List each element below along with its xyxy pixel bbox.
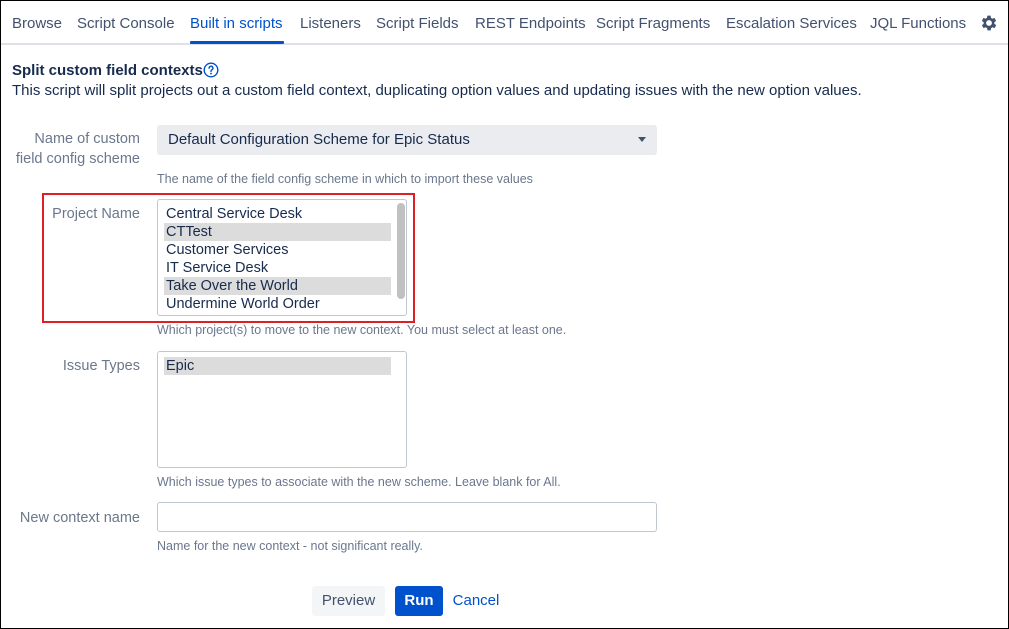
project-hint: Which project(s) to move to the new cont… [157, 323, 567, 337]
chevron-down-icon [638, 137, 646, 142]
help-icon[interactable] [203, 62, 219, 78]
tab-escalation-services[interactable]: Escalation Services [726, 15, 857, 33]
tab-listeners[interactable]: Listeners [300, 15, 361, 33]
list-item[interactable]: Central Service Desk [164, 205, 391, 223]
issue-types-listbox[interactable]: Epic [157, 351, 407, 468]
tab-browse[interactable]: Browse [12, 15, 62, 33]
run-button[interactable]: Run [395, 586, 443, 616]
tab-rest-endpoints[interactable]: REST Endpoints [475, 15, 586, 33]
active-tab-indicator [190, 41, 284, 44]
project-listbox-scrollbar[interactable] [397, 203, 405, 299]
preview-button[interactable]: Preview [312, 586, 385, 616]
page-description: This script will split projects out a cu… [12, 82, 862, 99]
issue-types-label: Issue Types [62, 358, 140, 374]
app-frame: Browse Script Console Built in scripts L… [0, 0, 1009, 629]
tab-script-console[interactable]: Script Console [77, 15, 175, 33]
scheme-label: Name of custom field config scheme [16, 129, 140, 169]
context-name-hint: Name for the new context - not significa… [157, 539, 423, 553]
tab-jql-functions[interactable]: JQL Functions [870, 15, 966, 33]
project-label: Project Name [52, 206, 140, 222]
gear-icon[interactable] [979, 13, 999, 33]
tab-script-fragments[interactable]: Script Fragments [596, 15, 710, 33]
list-item[interactable]: Customer Services [164, 241, 391, 259]
scheme-select-value: Default Configuration Scheme for Epic St… [168, 131, 470, 148]
cancel-button[interactable]: Cancel [452, 586, 500, 616]
context-name-label: New context name [19, 510, 140, 526]
issue-types-hint: Which issue types to associate with the … [157, 475, 561, 489]
list-item[interactable]: Epic [164, 357, 391, 375]
context-name-input[interactable] [157, 502, 657, 532]
project-listbox[interactable]: Central Service Desk CTTest Customer Ser… [157, 199, 407, 316]
tab-script-fields[interactable]: Script Fields [376, 15, 459, 33]
tab-built-in-scripts[interactable]: Built in scripts [190, 15, 283, 33]
page-title: Split custom field contexts [12, 62, 203, 79]
list-item[interactable]: CTTest [164, 223, 391, 241]
list-item[interactable]: IT Service Desk [164, 259, 391, 277]
tab-bar: Browse Script Console Built in scripts L… [1, 1, 1008, 45]
scheme-label-line2: field config scheme [15, 151, 140, 167]
list-item[interactable]: Take Over the World [164, 277, 391, 295]
scheme-label-line1: Name of custom [34, 131, 140, 147]
list-item[interactable]: Undermine World Order [164, 295, 391, 313]
scheme-hint: The name of the field config scheme in w… [157, 172, 533, 186]
scheme-select[interactable]: Default Configuration Scheme for Epic St… [157, 125, 657, 155]
